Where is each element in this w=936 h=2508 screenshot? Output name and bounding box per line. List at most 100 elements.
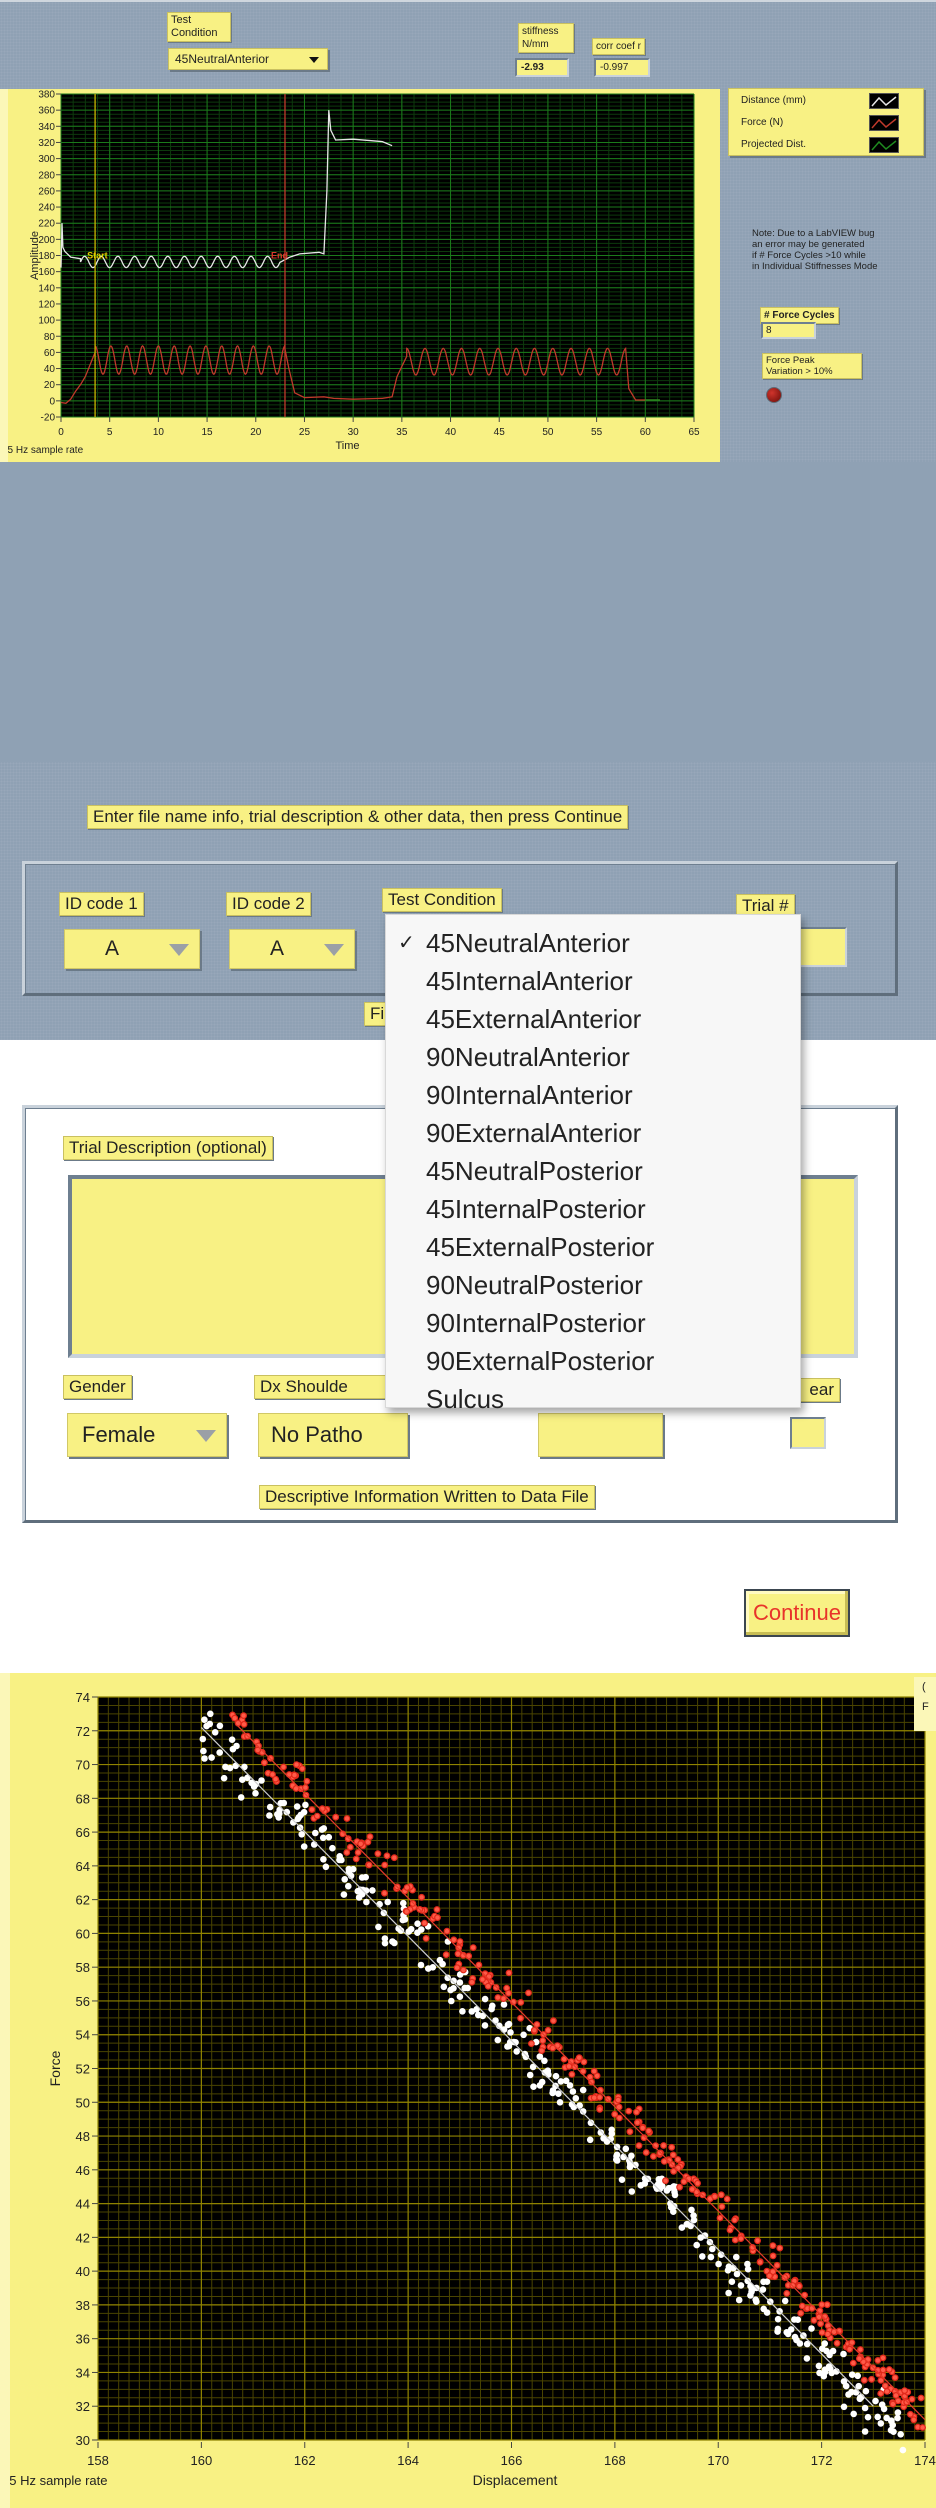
data-point-white	[222, 1763, 229, 1771]
data-point-red	[642, 2149, 650, 2156]
id-code1-dropdown[interactable]: A	[64, 929, 200, 969]
data-point-white	[538, 2078, 546, 2086]
force-peak-label: Force Peak Variation > 10%	[762, 353, 862, 379]
y-tick-label: 80	[44, 332, 56, 343]
data-point-red	[766, 2272, 773, 2280]
data-point-red	[711, 2193, 719, 2200]
data-point-white	[429, 1964, 437, 1971]
x-tick-label: 25	[299, 427, 311, 438]
continue-button[interactable]: Continue	[744, 1589, 850, 1637]
force-cycles-input[interactable]: 8	[761, 322, 816, 339]
data-point-white	[504, 2043, 511, 2050]
data-point-red	[234, 1719, 242, 1727]
data-point-red	[639, 2124, 647, 2132]
legend-item-partial: (	[922, 1681, 926, 1693]
data-point-red	[280, 1763, 287, 1771]
data-point-red	[365, 1861, 373, 1869]
data-point-white	[380, 1909, 388, 1917]
y-tick-label: 44	[76, 2197, 90, 2212]
label-line: Test	[171, 14, 192, 26]
data-point-red	[357, 1840, 365, 1848]
test-condition-menu[interactable]: ✓ 45NeutralAnterior 45InternalAnterior 45Ex…	[385, 914, 801, 1414]
hidden-field-dropdown[interactable]	[538, 1413, 663, 1457]
menu-item[interactable]: 90NeutralAnterior	[386, 1037, 800, 1077]
y-tick-label: 68	[76, 1791, 90, 1806]
menu-item[interactable]: 90ExternalAnterior	[386, 1113, 800, 1153]
data-point-white	[728, 2278, 736, 2285]
legend-item: Force (N)	[741, 117, 784, 128]
y-tick-label: 70	[76, 1758, 90, 1773]
y-tick-label: 36	[76, 2332, 90, 2347]
data-point-white	[500, 2001, 508, 2008]
menu-item[interactable]: 45ExternalPosterior	[386, 1227, 800, 1267]
data-point-red	[596, 2105, 604, 2113]
y-tick-label: 40	[44, 364, 56, 375]
data-point-red	[892, 2392, 900, 2399]
x-tick-label: 0	[58, 427, 64, 438]
x-tick-label: 10	[153, 427, 165, 438]
data-point-white	[207, 1710, 214, 1718]
y-tick-label: 20	[44, 380, 56, 391]
menu-item[interactable]: 45ExternalAnterior	[386, 999, 800, 1039]
data-point-white	[302, 1801, 309, 1809]
data-point-red	[731, 2216, 738, 2224]
data-point-white	[295, 1814, 303, 1821]
data-point-white	[274, 1811, 281, 1818]
y-tick-label: 300	[38, 154, 55, 165]
data-point-white	[815, 2362, 823, 2370]
data-point-white	[340, 1891, 348, 1898]
data-point-white	[848, 2371, 856, 2378]
y-tick-label: 62	[76, 1893, 90, 1908]
data-point-red	[494, 1994, 502, 2001]
y-tick-label: 50	[76, 2095, 90, 2110]
menu-item[interactable]: 90InternalPosterior	[386, 1303, 800, 1343]
data-point-white	[507, 2029, 514, 2036]
menu-item[interactable]: 45NeutralPosterior	[386, 1151, 800, 1191]
menu-item[interactable]: Sulcus	[386, 1379, 800, 1419]
data-point-red	[877, 2390, 885, 2397]
x-tick-label: 60	[640, 427, 652, 438]
data-point-white	[363, 1898, 370, 1906]
test-condition-dropdown[interactable]: 45NeutralAnterior	[168, 48, 328, 70]
gender-value: Female	[82, 1422, 156, 1447]
data-point-white	[440, 1983, 448, 1991]
label-line: Condition	[171, 27, 218, 39]
data-point-red	[660, 2142, 667, 2149]
data-point-white	[842, 2382, 850, 2390]
menu-item[interactable]: 90InternalAnterior	[386, 1075, 800, 1115]
data-point-white	[201, 1755, 208, 1762]
data-point-red	[674, 2156, 682, 2163]
data-point-white	[862, 2387, 870, 2395]
data-point-white	[796, 2340, 804, 2347]
menu-item-label: 90InternalPosterior	[426, 1308, 646, 1338]
data-point-red	[874, 2357, 882, 2364]
menu-item[interactable]: 90ExternalPosterior	[386, 1341, 800, 1381]
data-point-white	[208, 1754, 215, 1761]
data-point-red	[332, 1813, 340, 1821]
data-point-white	[448, 1997, 455, 2005]
data-point-white	[744, 2260, 751, 2268]
corr-coef-label: corr coef r	[592, 38, 646, 55]
data-point-red	[908, 2395, 916, 2403]
menu-item[interactable]: 45InternalAnterior	[386, 961, 800, 1001]
menu-item[interactable]: 90NeutralPosterior	[386, 1265, 800, 1305]
y-tick-label: 58	[76, 1960, 90, 1975]
y-tick-label: 72	[76, 1724, 90, 1739]
panel1-lower-bg	[0, 462, 936, 762]
dx-shoulder-dropdown[interactable]: No Patho	[258, 1413, 408, 1457]
data-point-red	[366, 1833, 374, 1841]
gender-dropdown[interactable]: Female	[67, 1413, 227, 1457]
data-point-red	[364, 1838, 372, 1846]
data-point-white	[266, 1803, 274, 1811]
y-tick-label: 48	[76, 2129, 90, 2144]
cursor-label: End	[271, 251, 288, 261]
menu-item[interactable]: ✓ 45NeutralAnterior	[386, 923, 800, 963]
menu-item[interactable]: 45InternalPosterior	[386, 1189, 800, 1229]
data-point-red	[575, 2054, 583, 2062]
data-point-red	[726, 2226, 734, 2234]
y-tick-label: -20	[41, 413, 56, 424]
data-point-red	[403, 1908, 411, 1916]
year-input[interactable]	[790, 1417, 826, 1449]
menu-item-label: Sulcus	[426, 1384, 505, 1414]
id-code2-dropdown[interactable]: A	[229, 929, 355, 969]
